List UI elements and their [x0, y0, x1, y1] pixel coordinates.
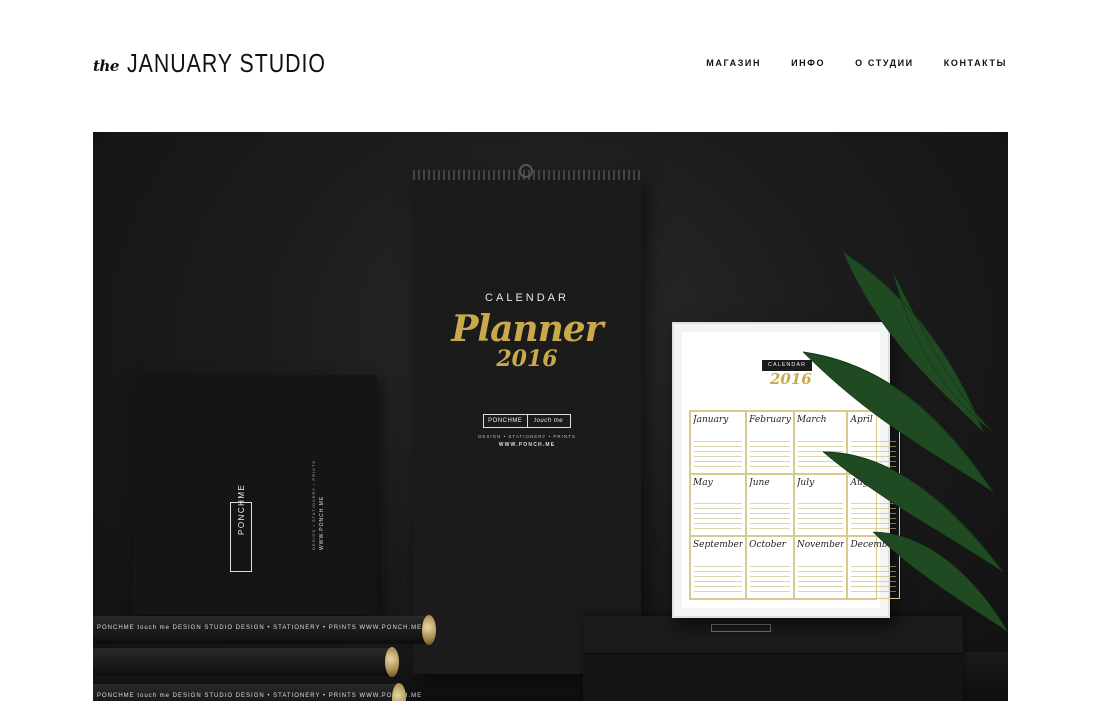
- logo-name: JANUARY STUDIO: [126, 47, 326, 78]
- tube-cap: [385, 647, 399, 677]
- month-cell: January: [690, 411, 747, 474]
- month-name: September: [693, 540, 744, 551]
- nav-item-shop[interactable]: МАГАЗИН: [706, 58, 761, 68]
- calendar-year: 2016: [496, 346, 558, 372]
- logo-prefix: the: [93, 57, 119, 75]
- hero-image: CALENDAR Planner 2016 PONCHME touch me D…: [93, 132, 1008, 701]
- plant-leaf: [802, 351, 994, 493]
- poster-tube: [93, 647, 399, 677]
- nav-item-about[interactable]: О СТУДИИ: [855, 58, 914, 68]
- calendar-url: WWW.PONCH.ME: [498, 442, 556, 448]
- poster-tube: PONCHME touch me DESIGN STUDIO DESIGN • …: [93, 683, 421, 701]
- month-cell: September: [690, 536, 747, 599]
- month-days: [694, 501, 743, 530]
- plant-leaf: [872, 531, 1008, 633]
- box-url: WWW.PONCH.ME: [319, 495, 325, 550]
- calendar-brand-box: PONCHME touch me: [483, 414, 571, 428]
- calendar-brand: PONCHME: [488, 418, 523, 424]
- box-tagline: DESIGN • STATIONERY • PRINTS: [311, 459, 316, 550]
- nav-item-contacts[interactable]: КОНТАКТЫ: [944, 58, 1007, 68]
- site-logo[interactable]: the JANUARY STUDIO: [93, 48, 370, 78]
- nav-item-info[interactable]: ИНФО: [791, 58, 825, 68]
- tube-label: PONCHME touch me DESIGN STUDIO DESIGN • …: [97, 693, 423, 699]
- black-box: PONCHME DESIGN • STATIONERY • PRINTS WWW…: [133, 375, 377, 615]
- calendar-hook: [519, 164, 533, 178]
- plant-illustration: [802, 251, 1008, 633]
- calendar-brand-script: touch me: [526, 415, 571, 427]
- wall-calendar: CALENDAR Planner 2016 PONCHME touch me D…: [413, 164, 641, 674]
- box-label: [711, 624, 771, 632]
- poster-tube: PONCHME touch me DESIGN STUDIO DESIGN • …: [93, 615, 436, 645]
- tube-label: PONCHME touch me DESIGN STUDIO DESIGN • …: [97, 625, 423, 631]
- box-brand: PONCHME: [237, 483, 246, 535]
- calendar-title: CALENDAR: [485, 292, 569, 304]
- month-cell: May: [690, 473, 747, 537]
- month-days: [694, 438, 743, 467]
- tube-cap: [422, 615, 436, 645]
- month-name: January: [693, 415, 729, 425]
- calendar-script: Planner: [451, 308, 603, 350]
- main-nav: МАГАЗИН ИНФО О СТУДИИ КОНТАКТЫ: [706, 58, 1007, 68]
- site-header: the JANUARY STUDIO МАГАЗИН ИНФО О СТУДИИ…: [0, 0, 1100, 132]
- calendar-tagline: DESIGN • STATIONERY • PRINTS: [478, 434, 576, 439]
- month-name: May: [693, 477, 713, 488]
- month-days: [694, 564, 743, 592]
